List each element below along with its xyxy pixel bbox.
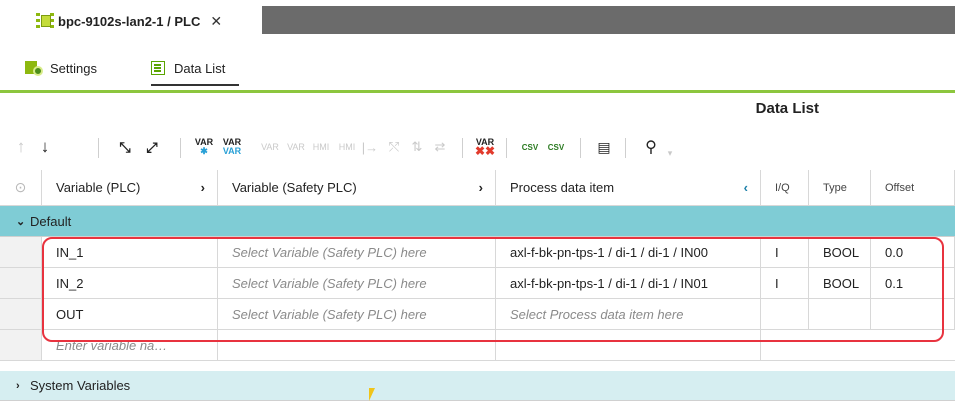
cell-variable-safety[interactable]: Select Variable (Safety PLC) here: [218, 268, 496, 299]
empty-cell: [809, 330, 871, 361]
empty-cell: [496, 330, 761, 361]
cell-offset: 0.0: [871, 237, 955, 268]
toolbar-separator: [580, 138, 581, 158]
column-header-iq[interactable]: I/Q: [761, 170, 809, 206]
table-row[interactable]: OUT Select Variable (Safety PLC) here Se…: [0, 299, 955, 330]
cell-variable-safety[interactable]: Select Variable (Safety PLC) here: [218, 237, 496, 268]
table-view-icon[interactable]: ▤: [594, 136, 614, 158]
accent-divider: [0, 90, 955, 93]
hmi-delete-icon[interactable]: HMI: [336, 136, 358, 158]
group-label: › System Variables: [0, 371, 130, 400]
cell-variable-safety[interactable]: Select Variable (Safety PLC) here: [218, 299, 496, 330]
chevron-right-icon: ›: [200, 180, 205, 195]
edit-var-icon[interactable]: VAR: [259, 136, 281, 158]
cell-variable-plc[interactable]: IN_2: [42, 268, 218, 299]
column-header-variable-plc-label: Variable (PLC): [56, 180, 141, 195]
chevron-right-icon: ›: [478, 180, 483, 195]
unlink-icon[interactable]: ⤲: [385, 136, 403, 158]
new-variable-row[interactable]: Enter variable na…: [0, 330, 955, 361]
group-system-label: System Variables: [30, 378, 131, 393]
table-row[interactable]: IN_2 Select Variable (Safety PLC) here a…: [0, 268, 955, 299]
data-list-toolbar: ↑ ↓ ⤡ ⤢ VAR ✱ VAR VAR VAR VAR HMI HMI |→ ⤲…: [0, 128, 955, 164]
group-label: ⌄ Default: [0, 206, 71, 236]
settings-icon: [24, 59, 44, 77]
delete-all-var-icon[interactable]: VAR ✖✖: [472, 136, 498, 158]
toolbar-separator: [506, 138, 507, 158]
panel-title: Data List: [755, 100, 819, 117]
column-header-type[interactable]: Type: [809, 170, 871, 206]
cell-iq: I: [761, 268, 809, 299]
move-up-icon[interactable]: ↑: [12, 136, 30, 158]
row-gutter: [0, 299, 42, 330]
column-header-offset[interactable]: Offset: [871, 170, 955, 206]
add-var-group-icon[interactable]: VAR VAR: [219, 136, 245, 158]
chevron-right-icon: ›: [16, 379, 20, 392]
delete-var-icon[interactable]: VAR: [285, 136, 307, 158]
row-gutter: [0, 330, 42, 361]
group-default-label: Default: [30, 213, 72, 229]
tab-plc-editor[interactable]: bpc-9102s-lan2-1 / PLC ✕: [30, 6, 262, 36]
subtab-settings-label: Settings: [50, 60, 97, 76]
cell-variable-plc[interactable]: OUT: [42, 299, 218, 330]
chevron-down-icon: ⌄: [16, 215, 26, 228]
hmi-icon[interactable]: HMI: [310, 136, 332, 158]
cell-offset: [871, 299, 955, 330]
search-icon[interactable]: ⚲: [641, 136, 661, 158]
close-icon[interactable]: ✕: [210, 13, 222, 30]
column-header-process-item-label: Process data item: [510, 180, 615, 195]
empty-cell: [871, 330, 955, 361]
collapse-all-icon[interactable]: ⤡: [114, 136, 136, 158]
grid-header-row: ⊙ Variable (PLC) › Variable (Safety PLC)…: [0, 170, 955, 206]
toolbar-separator: [180, 138, 181, 158]
chevron-left-icon: ‹: [743, 180, 748, 195]
subtab-settings[interactable]: Settings: [24, 54, 97, 82]
cell-process-item[interactable]: axl-f-bk-pn-tps-1 / di-1 / di-1 / IN01: [496, 268, 761, 299]
row-gutter: [0, 237, 42, 268]
import-csv-icon[interactable]: CSV: [519, 136, 541, 158]
column-header-process-item[interactable]: Process data item ‹: [496, 170, 761, 206]
subtab-data-list-label: Data List: [174, 60, 226, 76]
swap-icon[interactable]: ⇄: [431, 136, 449, 158]
editor-subtabs: Settings Data List: [0, 48, 955, 88]
list-icon: [151, 61, 165, 75]
search-dropdown-icon[interactable]: ▾: [664, 142, 676, 164]
link-icon[interactable]: |→: [361, 136, 379, 158]
column-header-variable-plc[interactable]: Variable (PLC) ›: [42, 170, 218, 206]
column-header-variable-safety-label: Variable (Safety PLC): [232, 180, 357, 195]
export-csv-icon[interactable]: CSV: [545, 136, 567, 158]
new-variable-input[interactable]: Enter variable na…: [42, 330, 218, 361]
cell-iq: [761, 299, 809, 330]
row-gutter: [0, 268, 42, 299]
cell-type: BOOL: [809, 237, 871, 268]
cell-iq: I: [761, 237, 809, 268]
cell-type: BOOL: [809, 268, 871, 299]
map-icon[interactable]: ⇅: [408, 136, 426, 158]
document-tab-bar: bpc-9102s-lan2-1 / PLC ✕: [0, 0, 955, 42]
subtab-data-list[interactable]: Data List: [151, 54, 240, 86]
empty-cell: [218, 330, 496, 361]
toolbar-separator: [98, 138, 99, 158]
toolbar-separator: [625, 138, 626, 158]
cell-variable-plc[interactable]: IN_1: [42, 237, 218, 268]
column-header-variable-safety[interactable]: Variable (Safety PLC) ›: [218, 170, 496, 206]
plc-device-icon: [36, 13, 54, 29]
move-down-icon[interactable]: ↓: [36, 136, 54, 158]
pin-column-icon[interactable]: ⊙: [0, 170, 42, 206]
cell-process-item[interactable]: axl-f-bk-pn-tps-1 / di-1 / di-1 / IN00: [496, 237, 761, 268]
cell-type: [809, 299, 871, 330]
mouse-cursor-icon: [369, 388, 375, 401]
toolbar-separator: [462, 138, 463, 158]
cell-offset: 0.1: [871, 268, 955, 299]
add-var-icon[interactable]: VAR ✱: [191, 136, 217, 158]
cell-process-item[interactable]: Select Process data item here: [496, 299, 761, 330]
group-row-default[interactable]: ⌄ Default: [0, 206, 955, 237]
group-row-system-variables[interactable]: › System Variables: [0, 371, 955, 401]
table-row[interactable]: IN_1 Select Variable (Safety PLC) here a…: [0, 237, 955, 268]
tab-title: bpc-9102s-lan2-1 / PLC: [58, 13, 201, 29]
empty-cell: [761, 330, 809, 361]
expand-all-icon[interactable]: ⤢: [141, 136, 163, 158]
